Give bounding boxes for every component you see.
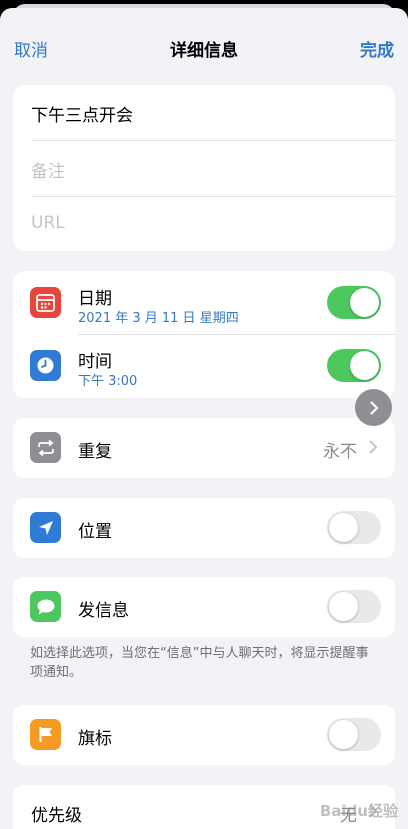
url-placeholder: URL — [31, 213, 65, 233]
flag-toggle[interactable] — [327, 718, 381, 751]
notes-placeholder: 备注 — [31, 162, 65, 182]
time-label: 时间 — [78, 352, 112, 372]
time-value[interactable]: 下午 3:00 — [78, 370, 137, 389]
message-label: 发信息 — [78, 601, 129, 621]
nav-bar: 取消 详细信息 完成 — [0, 8, 408, 84]
date-label: 日期 — [78, 289, 112, 309]
done-button[interactable]: 完成 — [360, 36, 394, 61]
notes-field[interactable]: 备注 — [13, 141, 395, 197]
page-title: 详细信息 — [170, 41, 238, 61]
chevron-right-icon — [369, 400, 379, 415]
location-arrow-icon — [30, 512, 61, 543]
details-sheet: 取消 详细信息 完成 下午三点开会 备注 URL 日期 2021 年 3 月 1… — [0, 8, 408, 829]
date-toggle[interactable] — [327, 286, 381, 319]
time-toggle[interactable] — [327, 349, 381, 382]
title-field[interactable]: 下午三点开会 — [13, 85, 395, 141]
date-value[interactable]: 2021 年 3 月 11 日 星期四 — [78, 307, 239, 326]
floating-next-button[interactable] — [355, 389, 392, 426]
message-row: 发信息 — [13, 577, 395, 637]
divider — [78, 334, 395, 335]
title-text: 下午三点开会 — [31, 106, 133, 126]
text-fields-card: 下午三点开会 备注 URL — [13, 85, 395, 251]
location-label: 位置 — [78, 522, 112, 542]
date-time-card: 日期 2021 年 3 月 11 日 星期四 时间 下午 3:00 — [13, 271, 395, 398]
location-toggle[interactable] — [327, 511, 381, 544]
repeat-value: 永不 — [323, 442, 357, 462]
chevron-right-icon — [369, 440, 377, 454]
clock-icon — [30, 350, 61, 381]
calendar-icon — [30, 287, 61, 318]
priority-label: 优先级 — [31, 806, 82, 826]
repeat-icon — [30, 432, 61, 463]
repeat-row[interactable]: 重复 永不 — [13, 418, 395, 478]
flag-label: 旗标 — [78, 729, 112, 749]
location-row: 位置 — [13, 498, 395, 558]
flag-row: 旗标 — [13, 705, 395, 765]
message-bubble-icon — [30, 591, 61, 622]
message-footnote: 如选择此选项，当您在“信息”中与人聊天时，将显示提醒事项通知。 — [30, 646, 369, 680]
flag-icon — [30, 719, 61, 750]
repeat-label: 重复 — [78, 442, 112, 462]
message-toggle[interactable] — [327, 590, 381, 623]
url-field[interactable]: URL — [13, 197, 395, 251]
watermark: Baidu经验 — [319, 802, 398, 820]
